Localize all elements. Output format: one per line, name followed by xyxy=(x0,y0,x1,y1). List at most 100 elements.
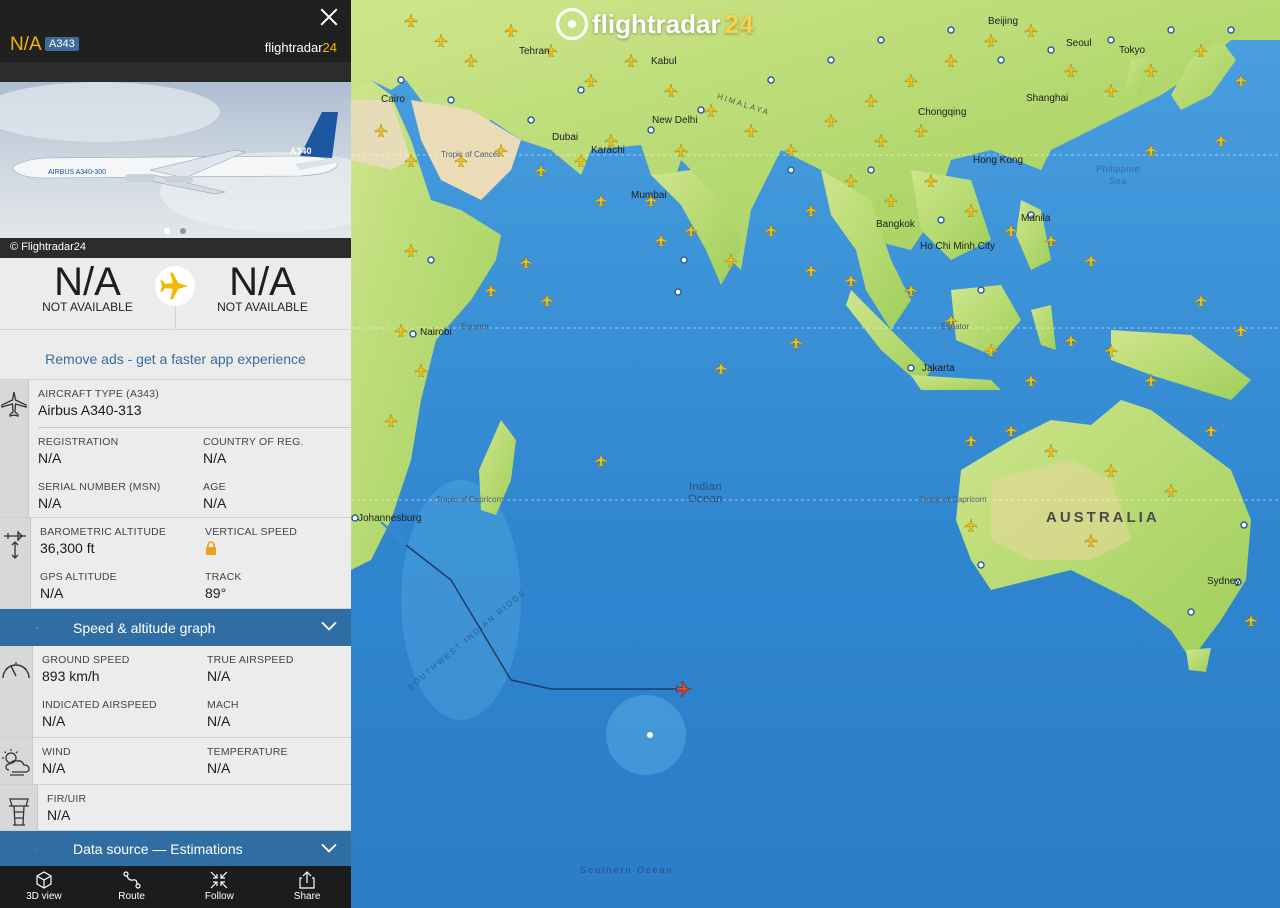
city-chongqing[interactable]: Chongqing xyxy=(918,107,966,118)
city-johannesburg[interactable]: Johannesburg xyxy=(358,513,421,524)
tab-route-label: Route xyxy=(118,891,145,902)
country-value: N/A xyxy=(203,450,227,466)
control-tower-icon xyxy=(8,798,29,826)
wind-label: WIND xyxy=(42,746,71,758)
city-hong-kong[interactable]: Hong Kong xyxy=(973,155,1023,166)
speed-section-icon-wrap xyxy=(0,646,33,737)
true-airspeed-label: TRUE AIRSPEED xyxy=(207,654,294,666)
aircraft-section: AIRCRAFT TYPE (A343) Airbus A340-313 REG… xyxy=(0,380,351,518)
app-root: flightradar 24 Tehran Kabul Cairo Dubai K… xyxy=(0,0,1280,908)
destination-airport[interactable]: N/A NOT AVAILABLE xyxy=(175,258,350,329)
registration-field: REGISTRATION N/A xyxy=(38,428,203,473)
baro-altitude-field: BAROMETRIC ALTITUDE 36,300 ft xyxy=(40,518,205,563)
flight-info-panel: N/A A343 flightradar24 A340 AIRBUS A340-… xyxy=(0,0,351,908)
tab-route[interactable]: Route xyxy=(88,866,176,908)
route-icon xyxy=(123,871,141,889)
vertical-speed-field: VERTICAL SPEED xyxy=(205,518,351,563)
fir-details: FIR/UIR N/A xyxy=(38,785,351,830)
label-equator-east: Equator xyxy=(941,322,970,331)
brand-logo: flightradar24 xyxy=(264,40,337,55)
fir-section-icon-wrap xyxy=(0,785,38,830)
label-tropic-capricorn-west: Tropic of Capricorn xyxy=(436,495,504,504)
antenna-icon xyxy=(36,848,38,850)
airplane-illustration: A340 AIRBUS A340-300 xyxy=(0,82,351,232)
city-tehran[interactable]: Tehran xyxy=(519,46,550,57)
logo-text: flightradar xyxy=(592,8,721,39)
wind-value: N/A xyxy=(42,760,66,776)
origin-name: NOT AVAILABLE xyxy=(42,300,133,314)
country-label: COUNTRY OF REG. xyxy=(203,436,304,448)
true-airspeed-field: TRUE AIRSPEED N/A xyxy=(207,646,351,691)
remove-ads-link[interactable]: Remove ads - get a faster app experience xyxy=(0,330,351,380)
aircraft-photo[interactable]: A340 AIRBUS A340-300 xyxy=(0,82,351,238)
flight-map[interactable]: flightradar 24 Tehran Kabul Cairo Dubai K… xyxy=(351,0,1280,908)
graph-toggle-label: Speed & altitude graph xyxy=(73,619,216,636)
track-value: 89° xyxy=(205,585,227,601)
label-southern-ocean: Southern Ocean xyxy=(580,865,674,875)
city-manila[interactable]: Manila xyxy=(1021,213,1050,224)
serial-label: SERIAL NUMBER (MSN) xyxy=(38,481,161,493)
city-kabul[interactable]: Kabul xyxy=(651,56,677,67)
temperature-label: TEMPERATURE xyxy=(207,746,288,758)
tab-follow-label: Follow xyxy=(204,891,234,902)
city-mumbai[interactable]: Mumbai xyxy=(631,190,667,201)
age-label: AGE xyxy=(203,481,226,493)
weather-section: WIND N/A TEMPERATURE N/A xyxy=(0,738,351,785)
indicated-airspeed-value: N/A xyxy=(42,713,66,729)
city-dubai[interactable]: Dubai xyxy=(552,132,578,143)
tab-share[interactable]: Share xyxy=(263,866,351,908)
speed-altitude-graph-toggle[interactable]: Speed & altitude graph xyxy=(0,609,351,646)
chevron-down-icon xyxy=(321,615,337,631)
mach-label: MACH xyxy=(207,699,239,711)
photo-page-dot[interactable] xyxy=(180,228,186,234)
city-new-delhi[interactable]: New Delhi xyxy=(652,115,698,126)
city-sydney[interactable]: Sydney xyxy=(1207,576,1240,587)
tab-share-label: Share xyxy=(293,891,321,902)
city-karachi[interactable]: Karachi xyxy=(591,145,625,156)
vertical-speed-label: VERTICAL SPEED xyxy=(205,526,298,538)
city-tokyo[interactable]: Tokyo xyxy=(1119,45,1145,56)
serial-value: N/A xyxy=(38,495,62,511)
flightradar-logo: flightradar 24 xyxy=(556,8,754,40)
panel-header: N/A A343 flightradar24 xyxy=(0,0,351,62)
svg-text:A340: A340 xyxy=(290,146,312,156)
aircraft-details: AIRCRAFT TYPE (A343) Airbus A340-313 REG… xyxy=(29,380,351,517)
data-source-toggle[interactable]: Data source — Estimations xyxy=(0,831,351,867)
tab-3d-view[interactable]: 3D view xyxy=(0,866,88,908)
ground-speed-label: GROUND SPEED xyxy=(42,654,130,666)
city-bangkok[interactable]: Bangkok xyxy=(876,219,915,230)
city-jakarta[interactable]: Jakarta xyxy=(922,363,955,374)
label-tropic-capricorn-east: Tropic of Capricorn xyxy=(919,495,987,504)
aircraft-type-badge: A343 xyxy=(45,37,79,51)
city-nairobi[interactable]: Nairobi xyxy=(420,327,452,338)
label-indian-ocean: Indian Ocean xyxy=(688,481,723,505)
city-ho-chi-minh[interactable]: Ho Chi Minh City xyxy=(920,241,995,252)
data-source-label: Data source — Estimations xyxy=(73,841,243,857)
cube-icon xyxy=(36,871,52,889)
photo-page-dot-active[interactable] xyxy=(164,228,170,234)
lock-icon[interactable] xyxy=(205,541,217,555)
weather-section-icon-wrap xyxy=(0,738,33,784)
track-field: TRACK 89° xyxy=(205,563,351,608)
antenna-icon-wrap xyxy=(0,835,38,863)
city-seoul[interactable]: Seoul xyxy=(1066,38,1092,49)
weather-details: WIND N/A TEMPERATURE N/A xyxy=(33,738,351,784)
aircraft-section-icon-wrap xyxy=(0,380,29,517)
city-shanghai[interactable]: Shanghai xyxy=(1026,93,1068,104)
graph-icon-wrap xyxy=(0,614,38,642)
gps-altitude-label: GPS ALTITUDE xyxy=(40,571,117,583)
altitude-section: BAROMETRIC ALTITUDE 36,300 ft VERTICAL S… xyxy=(0,518,351,609)
tab-follow[interactable]: Follow xyxy=(176,866,264,908)
destination-code: N/A xyxy=(229,260,296,304)
bottom-toolbar: 3D view Route Follow Share xyxy=(0,866,351,908)
city-beijing[interactable]: Beijing xyxy=(988,16,1018,27)
city-cairo[interactable]: Cairo xyxy=(381,94,405,105)
track-label: TRACK xyxy=(205,571,242,583)
serial-field: SERIAL NUMBER (MSN) N/A xyxy=(38,473,203,518)
close-icon[interactable] xyxy=(320,8,338,26)
photo-top-strip xyxy=(0,62,351,82)
weather-icon xyxy=(2,749,30,776)
registration-label: REGISTRATION xyxy=(38,436,119,448)
origin-airport[interactable]: N/A NOT AVAILABLE xyxy=(0,258,175,329)
share-icon xyxy=(299,871,315,889)
